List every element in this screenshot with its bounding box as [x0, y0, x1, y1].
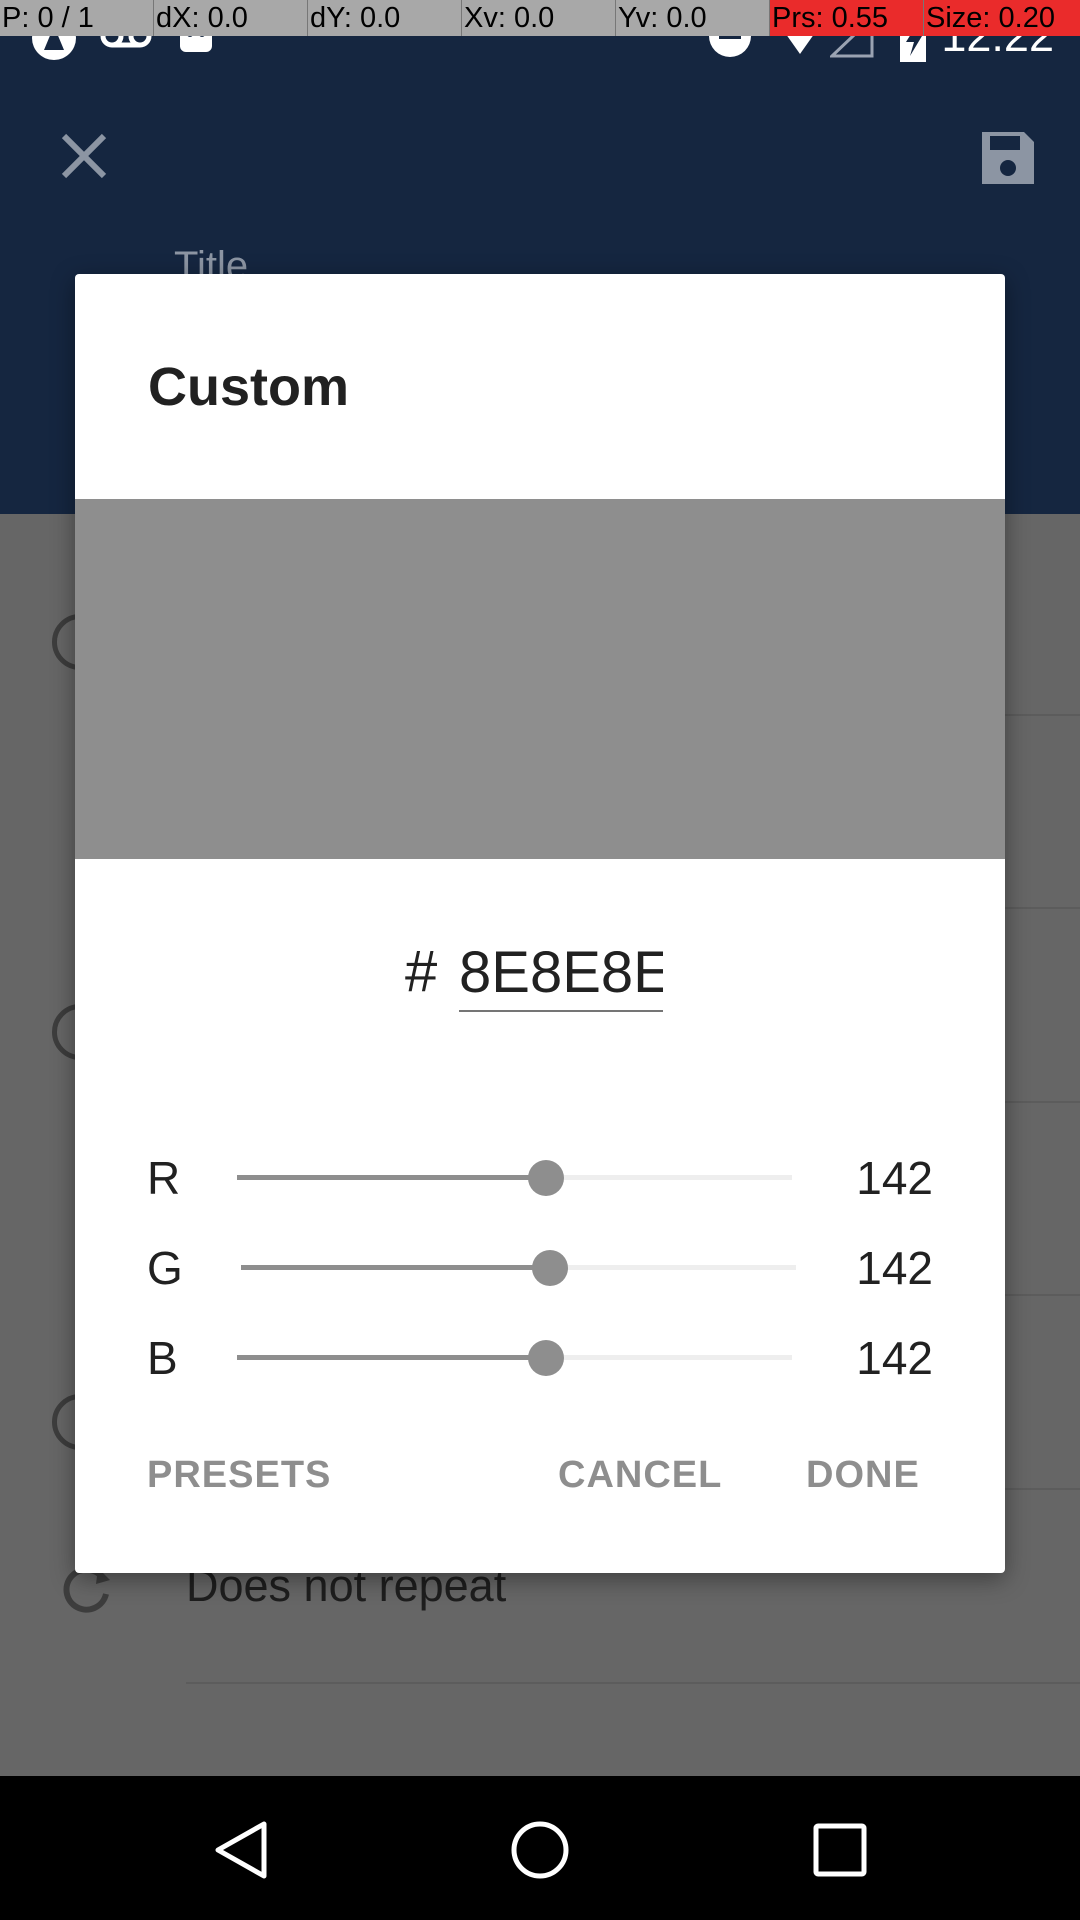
red-slider-thumb[interactable] [528, 1160, 565, 1196]
hex-color-input[interactable] [459, 934, 663, 1012]
red-label: R [147, 1152, 181, 1204]
custom-color-dialog: Custom # R 142 G 142 B 142 PRESETS CANCE… [75, 274, 1005, 1573]
red-slider-fill [237, 1175, 547, 1180]
pointer-location-overlay: P: 0 / 1 dX: 0.0 dY: 0.0 Xv: 0.0 Yv: 0.0… [0, 0, 1080, 36]
dialog-title: Custom [148, 357, 349, 417]
blue-value: 142 [856, 1332, 933, 1384]
pointer-dy: dY: 0.0 [307, 0, 461, 36]
green-slider-thumb[interactable] [532, 1250, 569, 1286]
home-icon[interactable] [510, 1820, 570, 1880]
color-preview [75, 499, 1005, 859]
green-slider-row: G 142 [75, 1227, 1005, 1307]
navigation-bar [0, 1776, 1080, 1920]
green-label: G [147, 1242, 183, 1294]
pointer-dx: dX: 0.0 [153, 0, 307, 36]
blue-slider-row: B 142 [75, 1317, 1005, 1397]
pointer-count: P: 0 / 1 [2, 2, 94, 34]
recents-icon[interactable] [812, 1822, 868, 1878]
blue-slider-thumb[interactable] [528, 1340, 565, 1376]
green-slider-fill [241, 1265, 551, 1270]
red-slider[interactable] [237, 1160, 792, 1196]
pointer-size: Size: 0.20 [923, 0, 1080, 36]
hex-prefix: # [405, 939, 438, 1004]
green-slider[interactable] [241, 1250, 796, 1286]
red-value: 142 [856, 1152, 933, 1204]
cancel-button[interactable]: CANCEL [558, 1454, 722, 1497]
pointer-pressure: Prs: 0.55 [769, 0, 923, 36]
back-icon[interactable] [212, 1820, 270, 1880]
close-icon[interactable] [58, 130, 110, 182]
blue-slider[interactable] [237, 1340, 792, 1376]
pointer-xv: Xv: 0.0 [461, 0, 615, 36]
done-button[interactable]: DONE [806, 1454, 920, 1497]
list-divider [186, 1682, 1080, 1684]
red-slider-row: R 142 [75, 1137, 1005, 1217]
save-icon[interactable] [978, 128, 1038, 188]
pointer-yv: Yv: 0.0 [615, 0, 769, 36]
green-value: 142 [856, 1242, 933, 1294]
blue-label: B [147, 1332, 178, 1384]
blue-slider-fill [237, 1355, 547, 1360]
presets-button[interactable]: PRESETS [147, 1454, 331, 1497]
